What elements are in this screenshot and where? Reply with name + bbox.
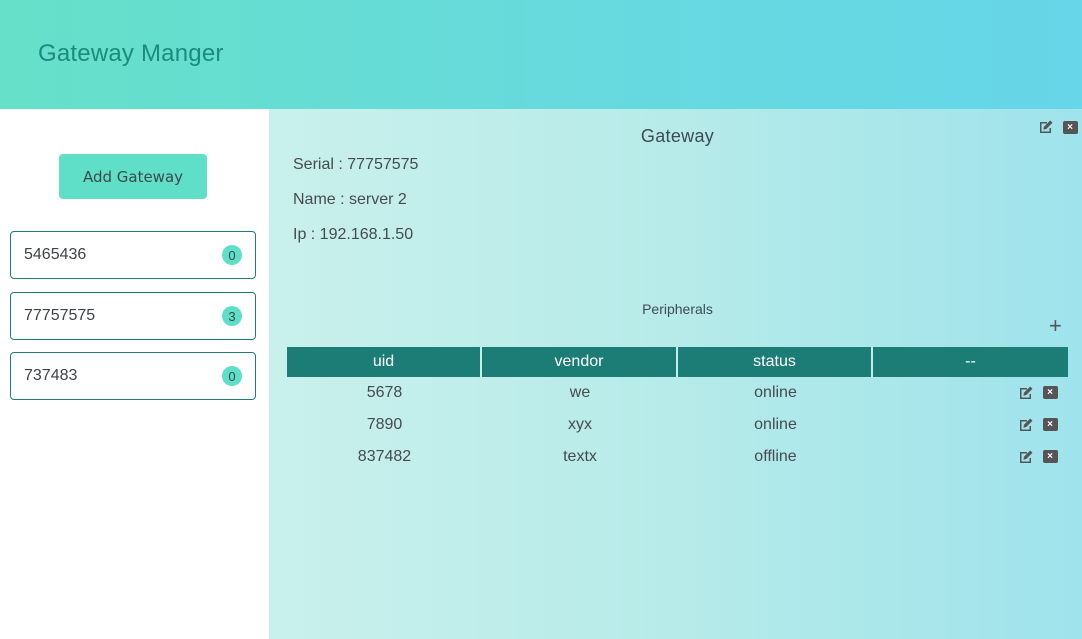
app-title: Gateway Manger: [38, 40, 224, 67]
cell-uid: 7890: [366, 416, 403, 433]
peripheral-count-badge: 0: [222, 366, 242, 386]
gateway-serial-field: Serial : 77757575: [293, 156, 419, 173]
detail-title: Gateway: [640, 126, 715, 146]
column-header-vendor: vendor: [482, 347, 678, 377]
gateway-detail-panel: Gateway × Serial : 77757575 Name : serve…: [269, 109, 1082, 639]
peripheral-count-badge: 0: [222, 245, 242, 265]
cell-actions: ×: [873, 441, 1068, 473]
gateway-serial: 737483: [24, 367, 78, 384]
cell-uid: 5678: [366, 384, 403, 401]
gateway-name-field: Name : server 2: [293, 191, 407, 208]
edit-icon[interactable]: [1018, 417, 1034, 433]
edit-icon[interactable]: [1038, 119, 1054, 135]
cell-status: offline: [754, 448, 797, 465]
table-row: 837482 textx offline ×: [287, 441, 1068, 473]
sidebar: Add Gateway 5465436 0 77757575 3 737483 …: [0, 109, 269, 639]
gateway-serial: 77757575: [24, 307, 96, 324]
edit-icon[interactable]: [1018, 385, 1034, 401]
add-peripheral-button[interactable]: +: [1049, 314, 1062, 338]
edit-icon[interactable]: [1018, 449, 1034, 465]
peripherals-table: uid vendor status -- 5678 we online × 78…: [287, 347, 1068, 473]
gateway-actions: ×: [1038, 119, 1078, 135]
cell-status: online: [754, 416, 797, 433]
cell-vendor: xyx: [568, 416, 592, 433]
column-header-actions: --: [873, 347, 1068, 377]
close-icon[interactable]: ×: [1042, 385, 1058, 401]
gateway-list-item[interactable]: 737483 0: [10, 352, 256, 400]
column-header-status: status: [678, 347, 873, 377]
cell-actions: ×: [873, 409, 1068, 441]
gateway-list-item[interactable]: 5465436 0: [10, 231, 256, 279]
cell-status: online: [754, 384, 797, 401]
peripherals-title: Peripherals: [642, 301, 713, 317]
gateway-ip-field: Ip : 192.168.1.50: [293, 226, 414, 243]
peripheral-count-badge: 3: [222, 306, 242, 326]
cell-actions: ×: [873, 377, 1068, 409]
close-icon[interactable]: ×: [1042, 449, 1058, 465]
table-header-row: uid vendor status --: [287, 347, 1068, 377]
close-icon[interactable]: ×: [1062, 119, 1078, 135]
gateway-serial: 5465436: [24, 246, 87, 263]
gateway-list-item[interactable]: 77757575 3: [10, 292, 256, 340]
table-row: 5678 we online ×: [287, 377, 1068, 409]
add-gateway-button[interactable]: Add Gateway: [59, 154, 207, 199]
cell-vendor: textx: [563, 448, 597, 465]
column-header-uid: uid: [287, 347, 482, 377]
app-header: Gateway Manger: [0, 0, 1082, 109]
cell-uid: 837482: [357, 448, 412, 465]
close-icon[interactable]: ×: [1042, 417, 1058, 433]
cell-vendor: we: [569, 384, 591, 401]
table-row: 7890 xyx online ×: [287, 409, 1068, 441]
